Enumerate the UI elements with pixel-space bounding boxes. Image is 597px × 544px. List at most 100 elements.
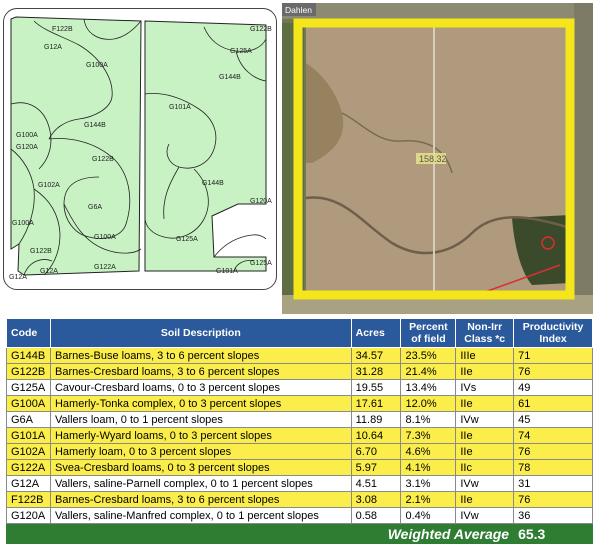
cell-description: Barnes-Cresbard loams, 3 to 6 percent sl… bbox=[49, 363, 352, 380]
cell-acres: 6.70 bbox=[350, 443, 402, 460]
soil-label-g120a: G120A bbox=[250, 198, 272, 205]
table-row: F122B Barnes-Cresbard loams, 3 to 6 perc… bbox=[6, 491, 593, 508]
cell-class: IVw bbox=[455, 411, 515, 428]
cell-code: G12A bbox=[6, 475, 51, 492]
soil-label-g12a: G12A bbox=[40, 268, 58, 275]
table-row: G101A Hamerly-Wyard loams, 0 to 3 percen… bbox=[6, 427, 593, 444]
cell-percent: 23.5% bbox=[400, 347, 457, 364]
cell-acres: 3.08 bbox=[350, 491, 402, 508]
cell-productivity: 31 bbox=[513, 475, 593, 492]
table-row: G122A Svea-Cresbard loams, 0 to 3 percen… bbox=[6, 459, 593, 476]
cell-productivity: 78 bbox=[513, 459, 593, 476]
cell-class: IVs bbox=[455, 379, 515, 396]
soil-label-f122b: F122B bbox=[52, 26, 73, 33]
soil-label-g101a: G101A bbox=[216, 268, 238, 275]
table-row: G100A Hamerly-Tonka complex, 0 to 3 perc… bbox=[6, 395, 593, 412]
cell-productivity: 76 bbox=[513, 363, 593, 380]
col-header-code: Code bbox=[6, 318, 51, 348]
col-header-class: Non-Irr Class *c bbox=[455, 318, 515, 348]
cell-percent: 0.4% bbox=[400, 507, 457, 524]
soil-label-g125a: G125A bbox=[230, 48, 252, 55]
cell-acres: 19.55 bbox=[350, 379, 402, 396]
table-row: G102A Hamerly loam, 0 to 3 percent slope… bbox=[6, 443, 593, 460]
soil-label-g102a: G102A bbox=[38, 182, 60, 189]
cell-productivity: 49 bbox=[513, 379, 593, 396]
cell-productivity: 36 bbox=[513, 507, 593, 524]
cell-percent: 4.1% bbox=[400, 459, 457, 476]
cell-description: Cavour-Cresbard loams, 0 to 3 percent sl… bbox=[49, 379, 352, 396]
soil-label-g122b: G122B bbox=[250, 26, 272, 33]
cell-code: G101A bbox=[6, 427, 51, 444]
cell-description: Vallers, saline-Manfred complex, 0 to 1 … bbox=[49, 507, 352, 524]
cell-percent: 21.4% bbox=[400, 363, 457, 380]
cell-code: G100A bbox=[6, 395, 51, 412]
cell-acres: 10.64 bbox=[350, 427, 402, 444]
cell-productivity: 74 bbox=[513, 427, 593, 444]
soil-label-g101a: G101A bbox=[169, 104, 191, 111]
cell-code: G120A bbox=[6, 507, 51, 524]
cell-code: G125A bbox=[6, 379, 51, 396]
soil-label-g100a: G100A bbox=[16, 132, 38, 139]
soil-label-g6a: G6A bbox=[88, 204, 102, 211]
col-header-productivity: Productivity Index bbox=[513, 318, 593, 348]
cell-percent: 13.4% bbox=[400, 379, 457, 396]
cell-acres: 5.97 bbox=[350, 459, 402, 476]
cell-description: Barnes-Buse loams, 3 to 6 percent slopes bbox=[49, 347, 352, 364]
soil-label-g12a: G12A bbox=[44, 44, 62, 51]
cell-percent: 7.3% bbox=[400, 427, 457, 444]
soil-label-g122a: G122A bbox=[94, 264, 116, 271]
soil-table: Code Soil Description Acres Percent of f… bbox=[5, 318, 593, 544]
cell-class: IIe bbox=[455, 363, 515, 380]
soil-label-g100a: G100A bbox=[94, 234, 116, 241]
cell-class: IIe bbox=[455, 427, 515, 444]
cell-productivity: 45 bbox=[513, 411, 593, 428]
cell-code: G122A bbox=[6, 459, 51, 476]
road-label: Dahlen bbox=[285, 5, 312, 15]
soil-label-g144b: G144B bbox=[202, 180, 224, 187]
table-row: G120A Vallers, saline-Manfred complex, 0… bbox=[6, 507, 593, 524]
cell-description: Hamerly loam, 0 to 3 percent slopes bbox=[49, 443, 352, 460]
cell-class: IIc bbox=[455, 459, 515, 476]
cell-class: IVw bbox=[455, 475, 515, 492]
cell-percent: 12.0% bbox=[400, 395, 457, 412]
cell-description: Hamerly-Tonka complex, 0 to 3 percent sl… bbox=[49, 395, 352, 412]
cell-acres: 31.28 bbox=[350, 363, 402, 380]
cell-description: Vallers loam, 0 to 1 percent slopes bbox=[49, 411, 352, 428]
cell-acres: 34.57 bbox=[350, 347, 402, 364]
cell-percent: 3.1% bbox=[400, 475, 457, 492]
cell-acres: 17.61 bbox=[350, 395, 402, 412]
cell-code: G122B bbox=[6, 363, 51, 380]
cell-productivity: 61 bbox=[513, 395, 593, 412]
soil-label-g12a: G12A bbox=[9, 274, 27, 281]
cell-productivity: 76 bbox=[513, 491, 593, 508]
soil-label-g100a: G100A bbox=[12, 220, 34, 227]
soil-label-g144b: G144B bbox=[84, 122, 106, 129]
table-row: G144B Barnes-Buse loams, 3 to 6 percent … bbox=[6, 347, 593, 364]
soil-label-g122b: G122B bbox=[30, 248, 52, 255]
cell-code: G102A bbox=[6, 443, 51, 460]
cell-productivity: 76 bbox=[513, 443, 593, 460]
cell-description: Hamerly-Wyard loams, 0 to 3 percent slop… bbox=[49, 427, 352, 444]
table-row: G122B Barnes-Cresbard loams, 3 to 6 perc… bbox=[6, 363, 593, 380]
cell-acres: 11.89 bbox=[350, 411, 402, 428]
cell-class: IVw bbox=[455, 507, 515, 524]
table-row: G12A Vallers, saline-Parnell complex, 0 … bbox=[6, 475, 593, 492]
col-header-description: Soil Description bbox=[49, 318, 352, 348]
cell-class: IIe bbox=[455, 395, 515, 412]
cell-code: G6A bbox=[6, 411, 51, 428]
cell-description: Svea-Cresbard loams, 0 to 3 percent slop… bbox=[49, 459, 352, 476]
cell-description: Barnes-Cresbard loams, 3 to 6 percent sl… bbox=[49, 491, 352, 508]
cell-class: IIe bbox=[455, 491, 515, 508]
soil-label-g125a: G125A bbox=[250, 260, 272, 267]
soil-label-g125a: G125A bbox=[176, 236, 198, 243]
cell-acres: 4.51 bbox=[350, 475, 402, 492]
table-row: G125A Cavour-Cresbard loams, 0 to 3 perc… bbox=[6, 379, 593, 396]
table-header-row: Code Soil Description Acres Percent of f… bbox=[6, 318, 593, 348]
cell-percent: 8.1% bbox=[400, 411, 457, 428]
col-header-percent: Percent of field bbox=[400, 318, 457, 348]
col-header-acres: Acres bbox=[350, 318, 402, 348]
cell-description: Vallers, saline-Parnell complex, 0 to 1 … bbox=[49, 475, 352, 492]
field-parcel-east bbox=[144, 20, 267, 272]
soil-label-g122b: G122B bbox=[92, 156, 114, 163]
field-area-label: 158.32 bbox=[419, 154, 447, 164]
